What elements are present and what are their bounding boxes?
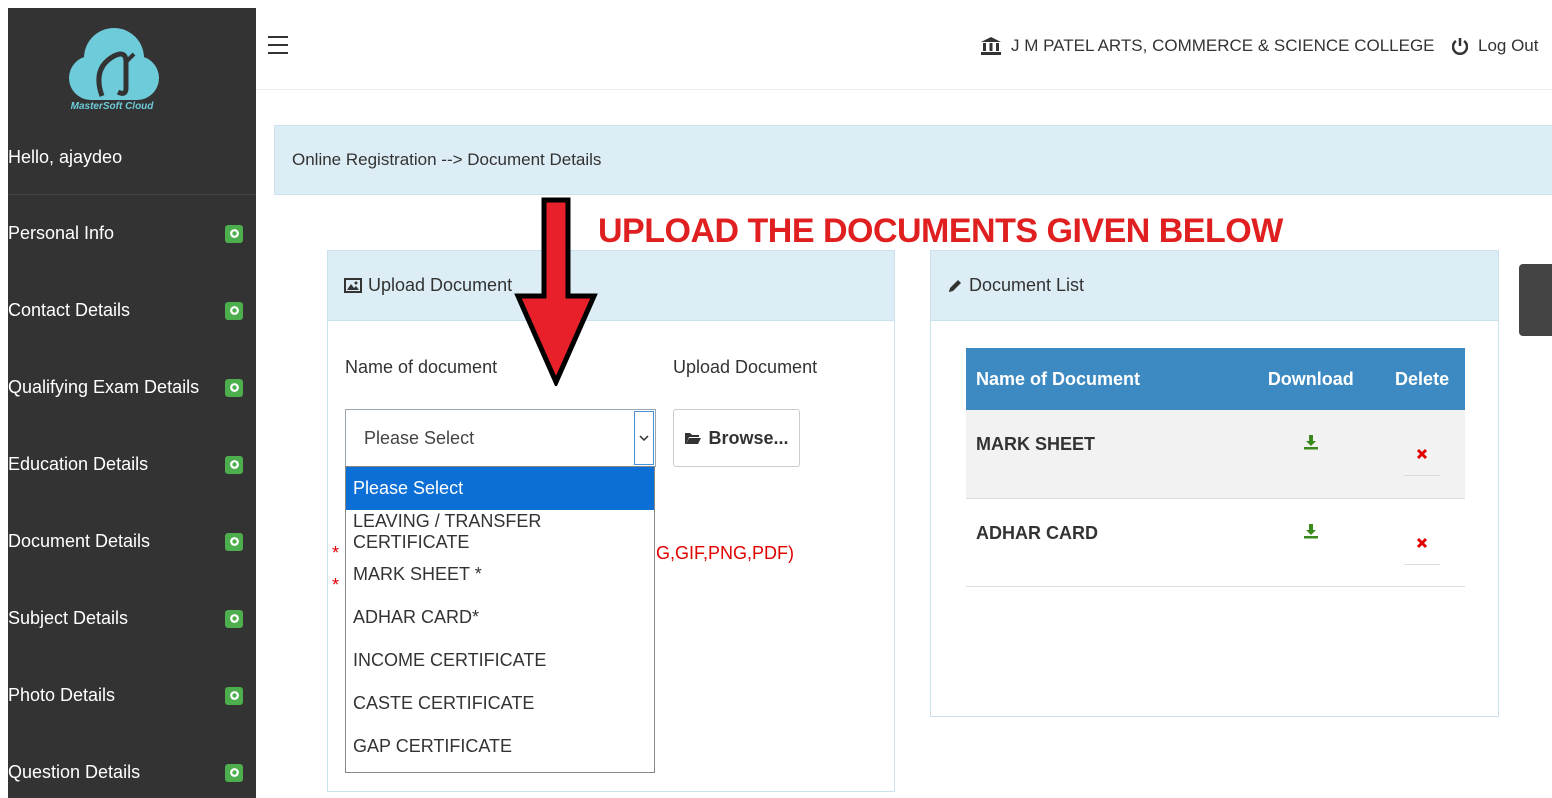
dropdown-option[interactable]: INCOME CERTIFICATE [346, 639, 654, 682]
document-name: MARK SHEET [966, 410, 1243, 499]
sidebar-item-personal-info[interactable]: Personal Info [8, 195, 256, 272]
status-check-icon [225, 455, 243, 474]
table-row: MARK SHEET [966, 410, 1465, 499]
institution-icon [981, 37, 1001, 55]
document-type-select[interactable]: Please Select [345, 409, 656, 467]
download-icon[interactable] [1303, 434, 1319, 450]
sidebar-item-label: Subject Details [8, 608, 129, 628]
dropdown-option[interactable]: Please Select [346, 467, 654, 510]
status-check-icon [225, 301, 243, 320]
dropdown-option[interactable]: MARK SHEET * [346, 553, 654, 596]
document-type-dropdown: Please Select LEAVING / TRANSFER CERTIFI… [345, 466, 655, 773]
menu-toggle-icon[interactable] [268, 36, 288, 54]
status-check-icon [225, 686, 243, 705]
delete-cell [1379, 498, 1465, 587]
column-header: Delete [1379, 348, 1465, 410]
college-name: J M PATEL ARTS, COMMERCE & SCIENCE COLLE… [981, 36, 1435, 56]
sidebar-item-label: Question Details [8, 762, 141, 782]
status-check-icon [225, 609, 243, 628]
sidebar-item-label: Education Details [8, 454, 149, 474]
power-icon [1452, 38, 1468, 55]
settings-tab[interactable] [1519, 264, 1552, 336]
logo-text: MasterSoft Cloud [70, 101, 154, 112]
sidebar-item-label: Qualifying Exam Details [8, 377, 200, 397]
dropdown-option[interactable]: LEAVING / TRANSFER CERTIFICATE [346, 510, 654, 553]
sidebar-item-contact-details[interactable]: Contact Details [8, 272, 256, 349]
sidebar-item-subject-details[interactable]: Subject Details [8, 580, 256, 657]
status-check-icon [225, 378, 243, 397]
logout-link[interactable]: Log Out [1452, 36, 1539, 56]
document-list-header: Document List [931, 251, 1498, 321]
name-of-document-label: Name of document [345, 357, 498, 377]
sidebar: MasterSoft Cloud Hello, ajaydeo Personal… [8, 8, 256, 798]
annotation-text: UPLOAD THE DOCUMENTS GIVEN BELOW [598, 212, 1283, 250]
status-check-icon [225, 224, 243, 243]
red-arrow-down-icon [514, 197, 598, 386]
dropdown-option[interactable]: ADHAR CARD* [346, 596, 654, 639]
dropdown-option[interactable]: GAP CERTIFICATE [346, 725, 654, 768]
browse-button[interactable]: Browse... [673, 409, 800, 467]
download-icon[interactable] [1303, 523, 1319, 539]
sidebar-item-education-details[interactable]: Education Details [8, 426, 256, 503]
table-row: ADHAR CARD [966, 498, 1465, 587]
document-name: ADHAR CARD [966, 498, 1243, 587]
chevron-down-icon[interactable] [634, 411, 654, 465]
sidebar-item-label: Contact Details [8, 300, 131, 320]
delete-cell [1379, 410, 1465, 499]
file-format-note-tail: G,GIF,PNG,PDF) [656, 543, 795, 563]
folder-open-icon [685, 433, 702, 444]
greeting: Hello, ajaydeo [8, 143, 256, 195]
sidebar-item-label: Photo Details [8, 685, 116, 705]
sidebar-item-photo-details[interactable]: Photo Details [8, 657, 256, 734]
top-bar: J M PATEL ARTS, COMMERCE & SCIENCE COLLE… [256, 8, 1552, 90]
sidebar-item-qualifying-exam-details[interactable]: Qualifying Exam Details [8, 349, 256, 426]
status-check-icon [225, 763, 243, 782]
delete-button[interactable] [1404, 438, 1441, 476]
download-cell [1242, 498, 1380, 587]
image-icon [344, 278, 362, 293]
upload-document-label: Upload Document [673, 357, 818, 377]
sidebar-item-label: Document Details [8, 531, 151, 551]
breadcrumb: Online Registration --> Document Details [274, 125, 1552, 195]
delete-x-icon [1417, 537, 1428, 548]
column-header: Name of Document [966, 348, 1243, 410]
document-list-panel: Document List Name of Document Download … [930, 250, 1499, 717]
table-header-row: Name of Document Download Delete [966, 348, 1465, 410]
sidebar-item-document-details[interactable]: Document Details [8, 503, 256, 580]
status-check-icon [225, 532, 243, 551]
sidebar-item-label: Personal Info [8, 223, 115, 243]
column-header: Download [1242, 348, 1380, 410]
pencil-icon [949, 279, 961, 292]
upload-panel-header: Upload Document [328, 251, 894, 321]
delete-button[interactable] [1404, 527, 1441, 565]
delete-x-icon [1417, 448, 1428, 460]
sidebar-item-question-details[interactable]: Question Details [8, 734, 256, 798]
document-table: Name of Document Download Delete MARK SH… [966, 348, 1465, 587]
download-cell [1242, 410, 1380, 499]
dropdown-option[interactable]: CASTE CERTIFICATE [346, 682, 654, 725]
select-value: Please Select [364, 428, 475, 448]
